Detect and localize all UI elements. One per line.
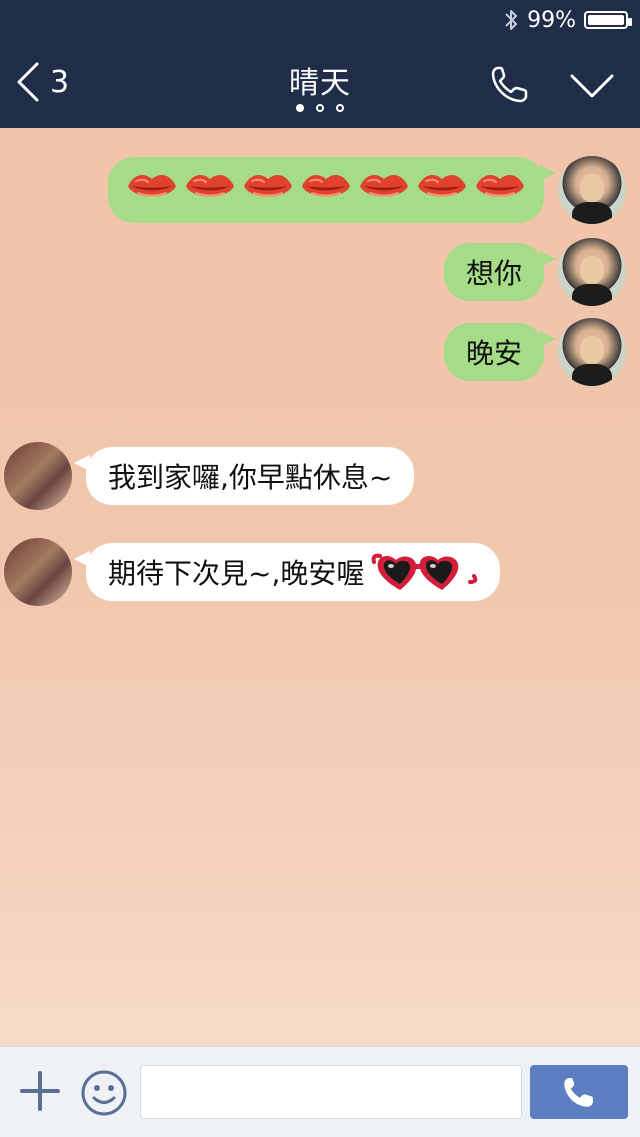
sticker-bubble[interactable] bbox=[108, 157, 556, 223]
battery-fill bbox=[588, 15, 624, 25]
page-dot bbox=[336, 104, 344, 112]
my-avatar[interactable] bbox=[558, 238, 626, 306]
lips-icon bbox=[300, 170, 352, 211]
message-row-out: 想你 bbox=[443, 238, 626, 306]
emoji-button[interactable] bbox=[80, 1069, 128, 1117]
chevron-down-icon bbox=[570, 74, 614, 98]
bluetooth-icon bbox=[505, 10, 518, 30]
contact-avatar[interactable] bbox=[4, 442, 72, 510]
lips-icon bbox=[184, 170, 236, 211]
message-bubble-out[interactable]: 想你 bbox=[443, 243, 557, 301]
message-text: 想你 bbox=[465, 257, 522, 290]
lips-sticker-row bbox=[126, 170, 526, 211]
call-send-button[interactable] bbox=[530, 1065, 628, 1119]
lips-icon bbox=[126, 170, 178, 211]
heart-sunglasses-icon bbox=[372, 553, 478, 590]
message-text: 晚安 bbox=[465, 337, 522, 370]
lips-icon bbox=[242, 170, 294, 211]
my-avatar[interactable] bbox=[558, 156, 626, 224]
smiley-icon bbox=[81, 1070, 127, 1116]
voice-call-button[interactable] bbox=[488, 62, 532, 106]
lips-icon bbox=[358, 170, 410, 211]
phone-icon bbox=[564, 1078, 593, 1107]
message-input[interactable] bbox=[140, 1065, 522, 1119]
message-text: 我到家囉,你早點休息~ bbox=[108, 461, 393, 494]
message-bubble-in[interactable]: 期待下次見~,晚安喔 bbox=[73, 543, 501, 601]
chat-header: 99% 3 晴天 bbox=[0, 0, 640, 128]
page-dot bbox=[296, 104, 304, 112]
message-row-in: 期待下次見~,晚安喔 bbox=[4, 538, 501, 606]
battery-icon bbox=[584, 11, 632, 29]
my-avatar[interactable] bbox=[558, 318, 626, 386]
lips-icon bbox=[416, 170, 468, 211]
plus-icon bbox=[20, 1071, 60, 1111]
phone-icon bbox=[491, 66, 528, 103]
message-row-out bbox=[108, 156, 626, 224]
composer-bar bbox=[0, 1046, 640, 1137]
menu-toggle-button[interactable] bbox=[568, 66, 616, 106]
chat-title: 晴天 bbox=[289, 66, 351, 101]
page-dot bbox=[316, 104, 324, 112]
message-row-in: 我到家囉,你早點休息~ bbox=[4, 442, 415, 510]
contact-avatar[interactable] bbox=[4, 538, 72, 606]
battery-percent: 99% bbox=[527, 7, 576, 33]
message-bubble-out[interactable]: 晚安 bbox=[443, 323, 557, 381]
attach-button[interactable] bbox=[20, 1071, 60, 1111]
lips-icon bbox=[474, 170, 526, 211]
message-text: 期待下次見~,晚安喔 bbox=[108, 557, 365, 590]
message-row-out: 晚安 bbox=[443, 318, 626, 386]
status-bar: 99% bbox=[503, 6, 632, 34]
message-bubble-in[interactable]: 我到家囉,你早點休息~ bbox=[73, 447, 415, 505]
page-indicator bbox=[0, 104, 640, 112]
chat-area[interactable]: 想你 晚安 我到家囉,你早點休息~ 期待下次見~,晚安喔 bbox=[0, 128, 640, 1046]
